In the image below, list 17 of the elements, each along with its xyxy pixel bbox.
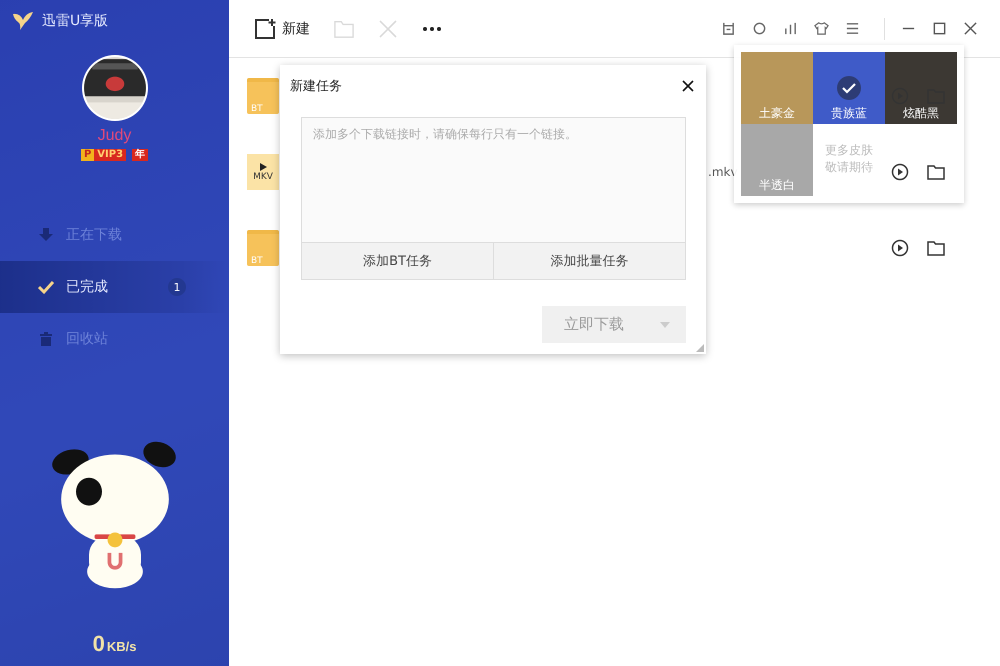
download-speed: 0 KB/s xyxy=(92,631,136,657)
add-task-button[interactable]: 添加批量任务 xyxy=(493,243,685,279)
vip-badge: 年 xyxy=(132,149,148,161)
links-input[interactable]: 添加多个下载链接时，请确保每行只有一个链接。 xyxy=(302,118,685,242)
app-title: 迅雷U享版 xyxy=(42,12,108,30)
count-badge: 1 xyxy=(168,278,186,296)
user-name: Judy xyxy=(98,127,132,145)
new-task-button[interactable]: 新建 xyxy=(254,18,310,40)
vip-badge: P xyxy=(80,149,94,161)
folder-file-icon: BT xyxy=(247,230,279,266)
dialog-title: 新建任务 xyxy=(290,78,342,95)
skin-tile[interactable]: 贵族蓝 xyxy=(813,52,885,124)
folder-file-icon: BT xyxy=(247,78,279,114)
task-name: .mkv xyxy=(708,165,738,179)
add-task-button[interactable]: 添加BT任务 xyxy=(302,243,493,279)
video-file-icon: MKV xyxy=(247,154,279,190)
vip-badge: VIP3 xyxy=(94,149,126,161)
